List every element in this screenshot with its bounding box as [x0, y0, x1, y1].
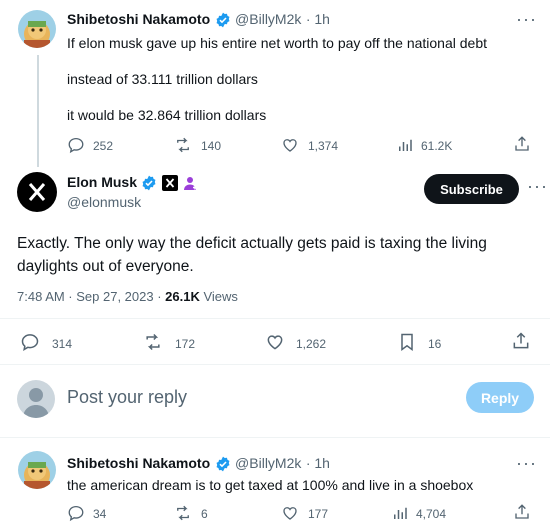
repost-icon[interactable] [143, 332, 163, 352]
subscribe-button[interactable]: Subscribe [424, 174, 519, 204]
tweet-header: Shibetoshi Nakamoto @BillyM2k · 1h [67, 455, 330, 473]
tweet-header: Shibetoshi Nakamoto @BillyM2k · 1h [67, 11, 330, 29]
tweet-meta: 7:48 AM · Sep 27, 2023 · 26.1K Views [17, 289, 238, 304]
verified-badge-icon [141, 175, 157, 191]
verified-badge-icon [215, 12, 231, 28]
people-icon[interactable] [182, 175, 198, 191]
avatar[interactable] [17, 172, 57, 212]
tweet-text-line: If elon musk gave up his entire net wort… [67, 35, 488, 51]
author-handle[interactable]: @elonmusk [67, 194, 141, 210]
share-icon[interactable] [513, 135, 531, 153]
reply-icon[interactable] [20, 332, 40, 352]
reply-count: 34 [93, 507, 107, 521]
views-count: 4,704 [416, 507, 447, 521]
reply-count: 314 [52, 337, 73, 351]
views-label: Views [199, 289, 238, 304]
reply-icon[interactable] [67, 136, 85, 154]
avatar[interactable] [17, 380, 55, 418]
repost-count: 172 [175, 337, 196, 351]
reply-button[interactable]: Reply [466, 382, 534, 413]
reply-count: 252 [93, 139, 114, 153]
tweet-text: Exactly. The only way the deficit actual… [17, 232, 487, 278]
like-count: 1,262 [296, 337, 327, 351]
x-affiliate-icon[interactable] [161, 174, 178, 191]
share-icon[interactable] [513, 503, 531, 521]
repost-count: 6 [201, 507, 208, 521]
avatar[interactable] [18, 10, 56, 48]
more-options-icon[interactable]: ··· [516, 10, 537, 28]
tweet-header: Elon Musk [67, 174, 198, 192]
repost-icon[interactable] [174, 136, 192, 154]
share-icon[interactable] [511, 331, 531, 351]
like-count: 177 [308, 507, 329, 521]
author-handle[interactable]: @BillyM2k [235, 11, 301, 27]
post-time[interactable]: · 1h [306, 455, 330, 471]
views-icon[interactable] [391, 504, 409, 522]
views-icon[interactable] [396, 136, 414, 154]
author-name[interactable]: Elon Musk [67, 174, 137, 190]
tweet-text-line: it would be 32.864 trillion dollars [67, 107, 267, 123]
timestamp[interactable]: 7:48 AM · Sep 27, 2023 · [17, 289, 165, 304]
author-name[interactable]: Shibetoshi Nakamoto [67, 11, 210, 27]
divider [0, 364, 550, 365]
tweet-text-line: Exactly. The only way the deficit actual… [17, 235, 487, 252]
divider [0, 318, 550, 319]
repost-icon[interactable] [174, 504, 192, 522]
author-name[interactable]: Shibetoshi Nakamoto [67, 455, 210, 471]
tweet-text: the american dream is to get taxed at 10… [67, 477, 474, 493]
more-options-icon[interactable]: ··· [527, 177, 548, 195]
reply-input[interactable]: Post your reply [67, 387, 187, 408]
avatar[interactable] [18, 451, 56, 489]
views-total: 26.1K [165, 289, 200, 304]
views-count: 61.2K [421, 139, 453, 153]
like-count: 1,374 [308, 139, 339, 153]
more-options-icon[interactable]: ··· [516, 454, 537, 472]
author-handle[interactable]: @BillyM2k [235, 455, 301, 471]
like-icon[interactable] [281, 136, 299, 154]
verified-badge-icon [215, 456, 231, 472]
reply-icon[interactable] [67, 504, 85, 522]
bookmark-icon[interactable] [397, 332, 417, 352]
repost-count: 140 [201, 139, 222, 153]
post-time[interactable]: · 1h [306, 11, 330, 27]
like-icon[interactable] [265, 332, 285, 352]
like-icon[interactable] [281, 504, 299, 522]
tweet-text-line: daylights out of everyone. [17, 258, 194, 275]
bookmark-count: 16 [428, 337, 442, 351]
thread-line [37, 55, 39, 167]
tweet-text-line: instead of 33.111 trillion dollars [67, 71, 258, 87]
divider [0, 437, 550, 438]
